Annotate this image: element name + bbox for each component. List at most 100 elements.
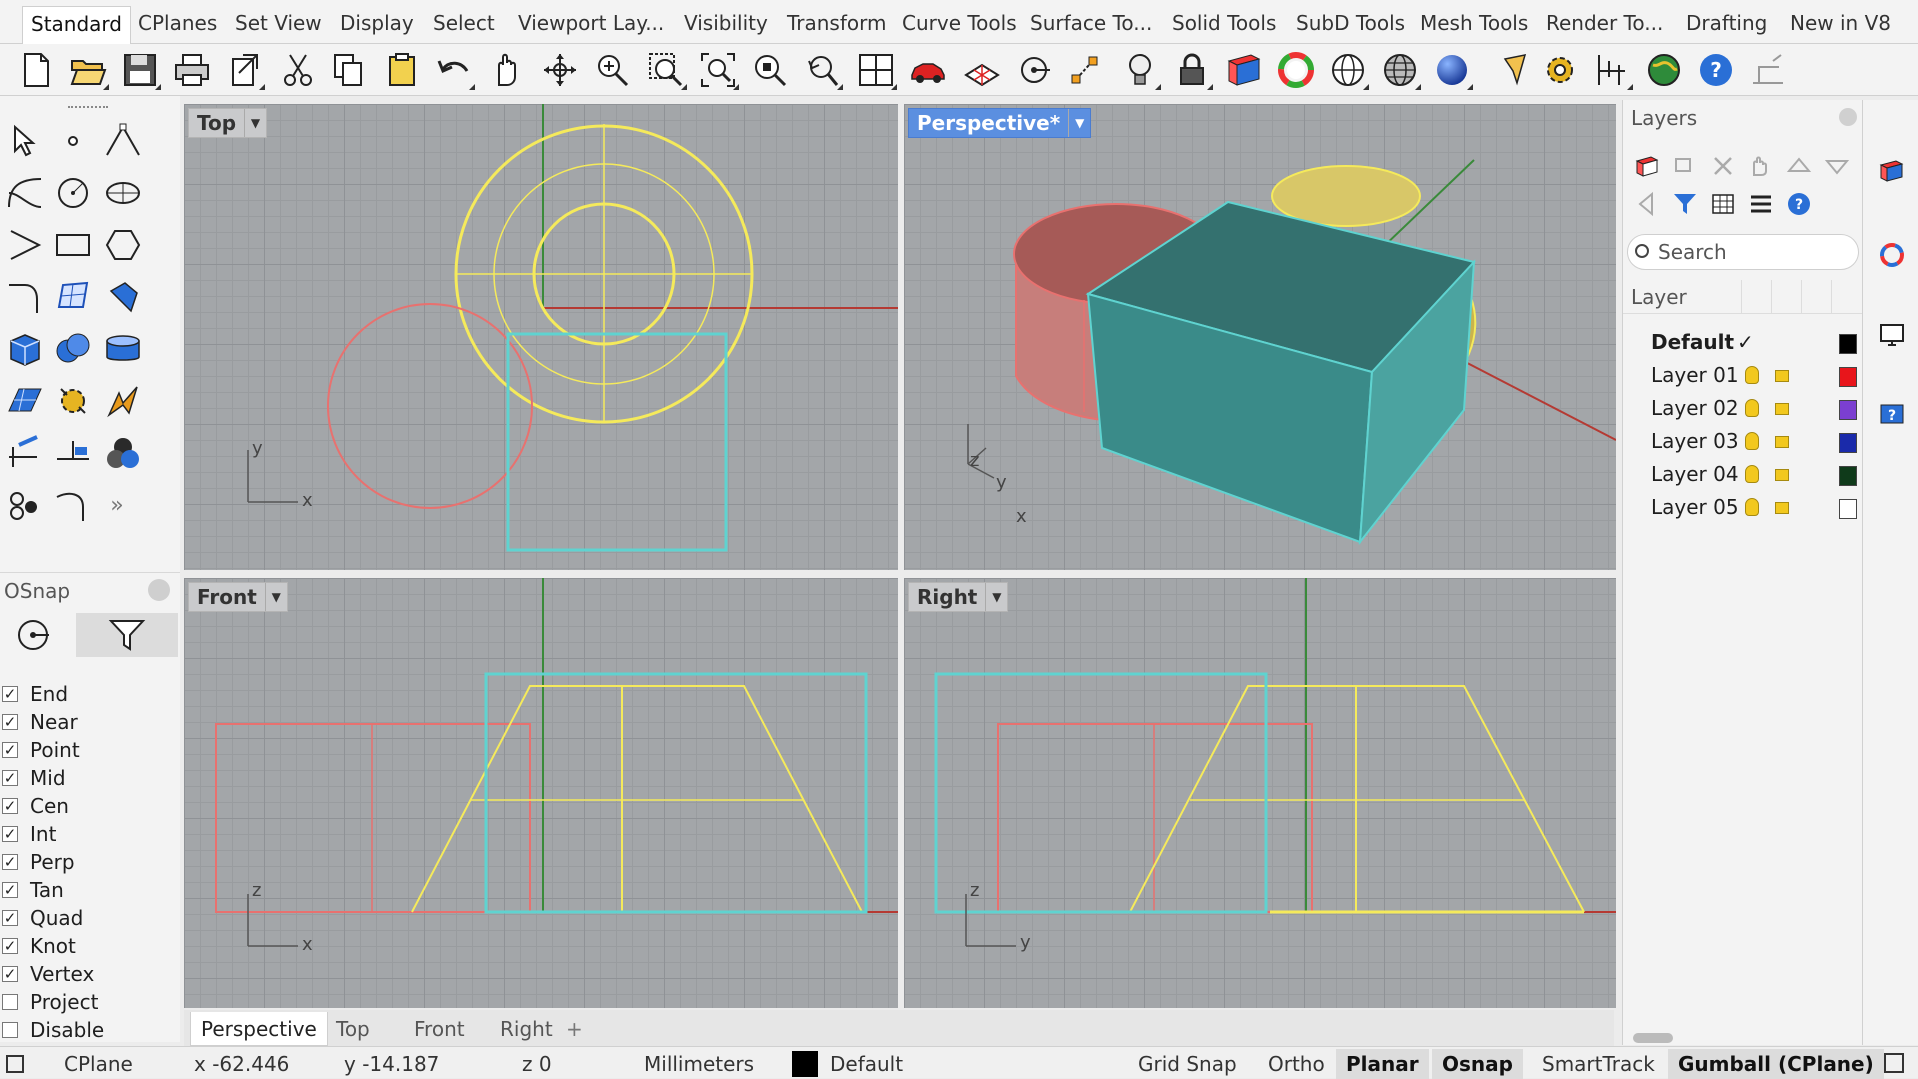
new-file-icon[interactable]: [14, 48, 58, 92]
tab-transform[interactable]: Transform: [787, 8, 886, 38]
lightbulb-icon[interactable]: [1745, 465, 1759, 483]
osnap-toggle[interactable]: Osnap: [1432, 1049, 1523, 1079]
osnap-item-near[interactable]: ✓ Near: [0, 709, 180, 735]
tab-standard[interactable]: Standard: [22, 6, 131, 44]
status-cplane[interactable]: CPlane: [64, 1049, 133, 1079]
polyline-icon[interactable]: [98, 116, 148, 166]
viewport-tab-right[interactable]: Right: [490, 1012, 563, 1046]
print-icon[interactable]: [170, 48, 214, 92]
point-icon[interactable]: [48, 116, 98, 166]
viewport-right[interactable]: z y Right ▼: [904, 578, 1616, 1008]
paste-icon[interactable]: [380, 48, 424, 92]
osnap-item-disable[interactable]: Disable: [0, 1017, 180, 1043]
planar-toggle[interactable]: Planar: [1336, 1049, 1429, 1079]
viewport-right-title[interactable]: Right ▼: [908, 582, 1009, 612]
polygon-icon[interactable]: [98, 220, 148, 270]
osnap-checkbox[interactable]: ✓: [2, 798, 18, 814]
layer-row[interactable]: Layer 05: [1623, 491, 1863, 524]
lightbulb-icon[interactable]: [1118, 48, 1162, 92]
osnap-checkbox[interactable]: ✓: [2, 882, 18, 898]
osnap-item-perp[interactable]: ✓ Perp: [0, 849, 180, 875]
unlock-icon[interactable]: [1775, 469, 1789, 481]
lightbulb-icon[interactable]: [1745, 432, 1759, 450]
color-wheel-tab-icon[interactable]: [1873, 236, 1911, 274]
osnap-item-cen[interactable]: ✓ Cen: [0, 793, 180, 819]
list-icon[interactable]: [1745, 188, 1777, 220]
help-icon[interactable]: ?: [1694, 48, 1738, 92]
mesh-icon[interactable]: [0, 376, 50, 426]
new-layer-icon[interactable]: [1631, 150, 1663, 182]
curve-icon[interactable]: [0, 168, 50, 218]
zoom-extents-icon[interactable]: [696, 48, 740, 92]
layer-search-input[interactable]: Search: [1627, 234, 1859, 270]
rotate-view-icon[interactable]: [538, 48, 582, 92]
gear-options-icon[interactable]: [1538, 48, 1582, 92]
tab-solid-tools[interactable]: Solid Tools: [1172, 8, 1276, 38]
cylinder-icon[interactable]: [98, 324, 148, 374]
undo-icon[interactable]: [432, 48, 476, 92]
color-wheel-icon[interactable]: [1274, 48, 1318, 92]
layer-name[interactable]: Layer 03: [1651, 425, 1739, 458]
osnap-item-point[interactable]: ✓ Point: [0, 737, 180, 763]
status-panel-icon[interactable]: [6, 1055, 24, 1073]
layer-color-swatch[interactable]: [1839, 400, 1857, 420]
viewport-top-title[interactable]: Top ▼: [188, 108, 268, 138]
tab-curve-tools[interactable]: Curve Tools: [902, 8, 1017, 38]
layer-name[interactable]: Layer 05: [1651, 491, 1739, 524]
hook-curve-icon[interactable]: [48, 480, 98, 530]
boolean-union-icon[interactable]: [48, 324, 98, 374]
filter-icon[interactable]: [1669, 188, 1701, 220]
more-tools-icon[interactable]: »: [92, 480, 142, 530]
layer-color-swatch[interactable]: [1839, 433, 1857, 453]
dimension-tool-icon[interactable]: [0, 428, 50, 478]
osnap-checkbox[interactable]: ✓: [2, 854, 18, 870]
osnap-checkbox[interactable]: ✓: [2, 742, 18, 758]
osnap-item-quad[interactable]: ✓ Quad: [0, 905, 180, 931]
layers-help-icon[interactable]: ?: [1783, 188, 1815, 220]
grid-snap-toggle[interactable]: Grid Snap: [1138, 1049, 1237, 1079]
render-arrows-icon[interactable]: [98, 376, 148, 426]
display-tab-icon[interactable]: [1873, 316, 1911, 354]
osnap-item-mid[interactable]: ✓ Mid: [0, 765, 180, 791]
lock-icon[interactable]: [1170, 48, 1214, 92]
rectangle-icon[interactable]: [48, 220, 98, 270]
viewport-tab-perspective[interactable]: Perspective: [190, 1012, 328, 1046]
unlock-icon[interactable]: [1775, 436, 1789, 448]
tab-render-tools[interactable]: Render To...: [1546, 8, 1663, 38]
smarttrack-toggle[interactable]: SmartTrack: [1542, 1049, 1655, 1079]
chevron-down-icon[interactable]: ▼: [244, 109, 266, 137]
osnap-item-project[interactable]: Project: [0, 989, 180, 1015]
tab-mesh-tools[interactable]: Mesh Tools: [1420, 8, 1528, 38]
globe-icon[interactable]: [1642, 48, 1686, 92]
layer-row[interactable]: Layer 03: [1623, 425, 1863, 458]
tab-viewport-layout[interactable]: Viewport Lay...: [518, 8, 664, 38]
layer-row[interactable]: Layer 04: [1623, 458, 1863, 491]
hand-icon[interactable]: [1745, 150, 1777, 182]
tab-visibility[interactable]: Visibility: [684, 8, 768, 38]
osnap-target-toggle-icon[interactable]: [10, 613, 56, 657]
new-sublayer-icon[interactable]: [1669, 150, 1701, 182]
scale-points-icon[interactable]: [1064, 48, 1108, 92]
osnap-checkbox[interactable]: [2, 994, 18, 1010]
boolean-tri-icon[interactable]: [98, 428, 148, 478]
wire-sphere-icon[interactable]: [1326, 48, 1370, 92]
layer-row[interactable]: Layer 02: [1623, 392, 1863, 425]
hatch-dimension-icon[interactable]: [48, 428, 98, 478]
tab-cplanes[interactable]: CPlanes: [138, 8, 217, 38]
osnap-checkbox[interactable]: ✓: [2, 966, 18, 982]
layer-book-icon[interactable]: [1222, 48, 1266, 92]
save-icon[interactable]: [118, 48, 162, 92]
tab-select[interactable]: Select: [433, 8, 495, 38]
layer-name[interactable]: Layer 02: [1651, 392, 1739, 425]
rendered-sphere-icon[interactable]: [1430, 48, 1474, 92]
add-viewport-icon[interactable]: +: [556, 1012, 593, 1046]
layer-color-swatch[interactable]: [1839, 466, 1857, 486]
circle-icon[interactable]: [48, 168, 98, 218]
layer-name[interactable]: Default: [1651, 326, 1734, 359]
osnap-checkbox[interactable]: ✓: [2, 910, 18, 926]
status-window-icon[interactable]: [1884, 1053, 1904, 1073]
pan-hand-icon[interactable]: [486, 48, 530, 92]
chevron-down-icon[interactable]: ▼: [985, 583, 1007, 611]
layers-settings-gear-icon[interactable]: [1839, 108, 1857, 126]
osnap-item-tan[interactable]: ✓ Tan: [0, 877, 180, 903]
